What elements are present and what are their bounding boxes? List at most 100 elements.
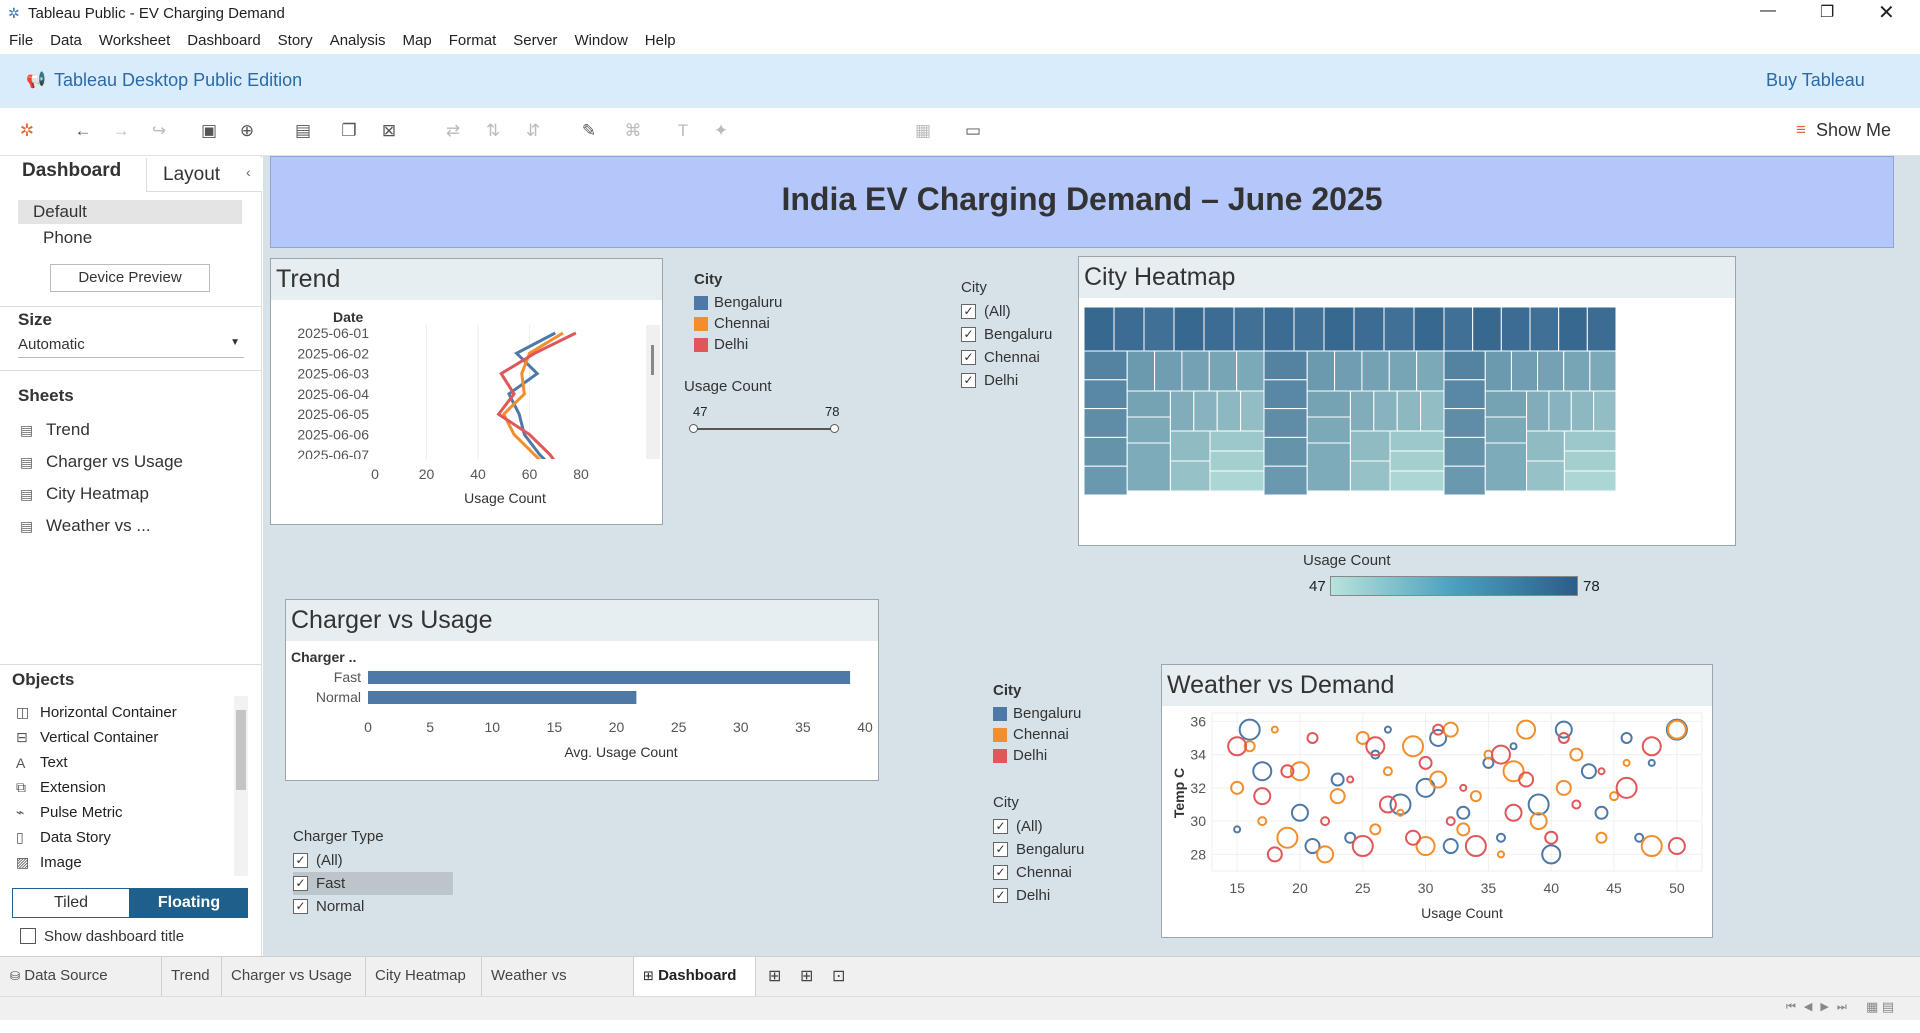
city-filter-chennai[interactable]: ✓Chennai bbox=[961, 346, 1071, 369]
group-icon[interactable]: ⌘ bbox=[620, 118, 646, 144]
legend-item-bengaluru[interactable]: Bengaluru bbox=[694, 292, 824, 313]
save-icon[interactable]: ▣ bbox=[196, 118, 222, 144]
new-story-icon[interactable]: ⊡ bbox=[832, 966, 845, 986]
menu-server[interactable]: Server bbox=[504, 28, 565, 49]
weather-vs-demand-sheet[interactable]: Weather vs Demand 3634323028152025303540… bbox=[1161, 664, 1713, 938]
legend-item-chennai[interactable]: Chennai bbox=[993, 724, 1123, 745]
checkbox[interactable]: ✓ bbox=[293, 876, 308, 891]
device-phone[interactable]: Phone bbox=[43, 228, 92, 248]
tab-weather-vs-demand[interactable]: Weather vs Demand bbox=[482, 957, 634, 996]
object-pulse-metric[interactable]: ⌁Pulse Metric bbox=[0, 800, 234, 825]
duplicate-icon[interactable]: ❐ bbox=[336, 118, 362, 144]
menu-format[interactable]: Format bbox=[440, 28, 505, 49]
weather-chart[interactable]: 36343230281520253035404550Usage CountTem… bbox=[1162, 711, 1712, 937]
clear-sheet-icon[interactable]: ⊠ bbox=[376, 118, 402, 144]
object-text[interactable]: AText bbox=[0, 750, 234, 775]
sheet-item-city-heatmap[interactable]: ▤City Heatmap bbox=[0, 478, 262, 510]
close-button[interactable]: ✕ bbox=[1878, 0, 1895, 25]
menu-help[interactable]: Help bbox=[636, 28, 684, 49]
charger-filter-all[interactable]: ✓(All) bbox=[293, 849, 453, 872]
sheet-item-charger-vs-usage[interactable]: ▤Charger vs Usage bbox=[0, 446, 262, 478]
restore-button[interactable]: ❐ bbox=[1820, 2, 1834, 22]
floating-button[interactable]: Floating bbox=[130, 888, 248, 918]
collapse-panel-icon[interactable]: ‹ bbox=[246, 164, 251, 180]
city-filter-delhi[interactable]: ✓Delhi bbox=[993, 884, 1103, 907]
city-filter-chennai[interactable]: ✓Chennai bbox=[993, 861, 1103, 884]
menu-window[interactable]: Window bbox=[565, 28, 635, 49]
charger-vs-usage-sheet[interactable]: Charger vs Usage Charger .. FastNormal05… bbox=[285, 599, 879, 781]
checkbox[interactable]: ✓ bbox=[961, 304, 976, 319]
redo-icon[interactable]: → bbox=[108, 118, 134, 144]
legend-item-delhi[interactable]: Delhi bbox=[694, 334, 824, 355]
tab-data-source[interactable]: ⛁ Data Source bbox=[0, 957, 162, 996]
usage-slider-max-handle[interactable] bbox=[830, 424, 839, 433]
object-horizontal-container[interactable]: ◫Horizontal Container bbox=[0, 700, 234, 725]
checkbox[interactable]: ✓ bbox=[993, 888, 1008, 903]
tiled-button[interactable]: Tiled bbox=[12, 888, 130, 918]
menu-data[interactable]: Data bbox=[41, 28, 90, 49]
scrollbar-thumb[interactable] bbox=[236, 710, 246, 790]
buy-tableau-link[interactable]: Buy Tableau bbox=[1766, 70, 1865, 91]
legend-item-delhi[interactable]: Delhi bbox=[993, 745, 1123, 766]
new-worksheet-icon[interactable]: ⊞ bbox=[768, 966, 781, 986]
tab-charger-vs-usage[interactable]: Charger vs Usage bbox=[222, 957, 366, 996]
objects-scrollbar[interactable] bbox=[234, 696, 248, 876]
checkbox[interactable]: ✓ bbox=[993, 865, 1008, 880]
legend-item-chennai[interactable]: Chennai bbox=[694, 313, 824, 334]
new-sheet-icon[interactable]: ▤ bbox=[290, 118, 316, 144]
city-heatmap-sheet[interactable]: City Heatmap bbox=[1078, 256, 1736, 546]
checkbox[interactable]: ✓ bbox=[961, 350, 976, 365]
menu-analysis[interactable]: Analysis bbox=[321, 28, 394, 49]
show-me-button[interactable]: Show Me bbox=[1816, 120, 1891, 141]
heatmap-chart[interactable] bbox=[1079, 303, 1735, 545]
city-filter-bengaluru[interactable]: ✓Bengaluru bbox=[961, 323, 1071, 346]
checkbox[interactable]: ✓ bbox=[961, 327, 976, 342]
sheet-item-weather[interactable]: ▤Weather vs ... bbox=[0, 510, 262, 542]
show-title-checkbox[interactable] bbox=[20, 928, 36, 944]
replay-icon[interactable]: ↪ bbox=[146, 118, 172, 144]
tab-dashboard[interactable]: Dashboard bbox=[22, 160, 121, 182]
trend-chart[interactable]: Date 2025-06-012025-06-022025-06-032025-… bbox=[271, 303, 662, 523]
size-dropdown[interactable]: Automatic ▼ bbox=[18, 336, 244, 358]
tableau-home-icon[interactable]: ✲ bbox=[14, 118, 40, 144]
city-filter-bengaluru[interactable]: ✓Bengaluru bbox=[993, 838, 1103, 861]
usage-slider-track[interactable] bbox=[694, 428, 834, 430]
menu-worksheet[interactable]: Worksheet bbox=[90, 28, 178, 49]
charger-chart[interactable]: Charger .. FastNormal0510152025303540Avg… bbox=[286, 646, 878, 780]
object-data-story[interactable]: ▯Data Story bbox=[0, 825, 234, 850]
city-filter-all[interactable]: ✓(All) bbox=[993, 815, 1103, 838]
pin-icon[interactable]: ✦ bbox=[708, 118, 734, 144]
label-icon[interactable]: T bbox=[670, 118, 696, 144]
checkbox[interactable]: ✓ bbox=[293, 853, 308, 868]
menu-story[interactable]: Story bbox=[269, 28, 321, 49]
menu-map[interactable]: Map bbox=[394, 28, 440, 49]
new-data-source-icon[interactable]: ⊕ bbox=[234, 118, 260, 144]
show-cards-icon[interactable]: ▦ bbox=[910, 118, 936, 144]
undo-icon[interactable]: ← bbox=[70, 118, 96, 144]
city-filter-delhi[interactable]: ✓Delhi bbox=[961, 369, 1071, 392]
new-dashboard-icon[interactable]: ⊞ bbox=[800, 966, 813, 986]
sort-ascending-icon[interactable]: ⇅ bbox=[480, 118, 506, 144]
object-extension[interactable]: ⧉Extension bbox=[0, 775, 234, 800]
tab-trend[interactable]: Trend bbox=[162, 957, 222, 996]
minimize-button[interactable]: — bbox=[1760, 2, 1776, 20]
tab-city-heatmap[interactable]: City Heatmap bbox=[366, 957, 482, 996]
menu-file[interactable]: File bbox=[0, 28, 41, 49]
charger-filter-normal[interactable]: ✓Normal bbox=[293, 895, 453, 918]
swap-icon[interactable]: ⇄ bbox=[440, 118, 466, 144]
highlight-icon[interactable]: ✎ bbox=[576, 118, 602, 144]
object-image[interactable]: ▨Image bbox=[0, 850, 234, 875]
tab-layout[interactable]: Layout bbox=[146, 158, 262, 192]
checkbox[interactable]: ✓ bbox=[993, 819, 1008, 834]
grid-view-icon[interactable]: ▦ ▤ bbox=[1866, 999, 1894, 1015]
tab-dashboard-1[interactable]: ⊞ Dashboard 1 bbox=[634, 957, 756, 996]
dashboard-title-box[interactable]: India EV Charging Demand – June 2025 bbox=[270, 156, 1894, 248]
usage-slider-min-handle[interactable] bbox=[689, 424, 698, 433]
checkbox[interactable]: ✓ bbox=[293, 899, 308, 914]
checkbox[interactable]: ✓ bbox=[993, 842, 1008, 857]
object-vertical-container[interactable]: ⊟Vertical Container bbox=[0, 725, 234, 750]
presentation-icon[interactable]: ▭ bbox=[960, 118, 986, 144]
sort-descending-icon[interactable]: ⇵ bbox=[520, 118, 546, 144]
city-filter-all[interactable]: ✓(All) bbox=[961, 300, 1071, 323]
device-preview-button[interactable]: Device Preview bbox=[50, 264, 210, 292]
